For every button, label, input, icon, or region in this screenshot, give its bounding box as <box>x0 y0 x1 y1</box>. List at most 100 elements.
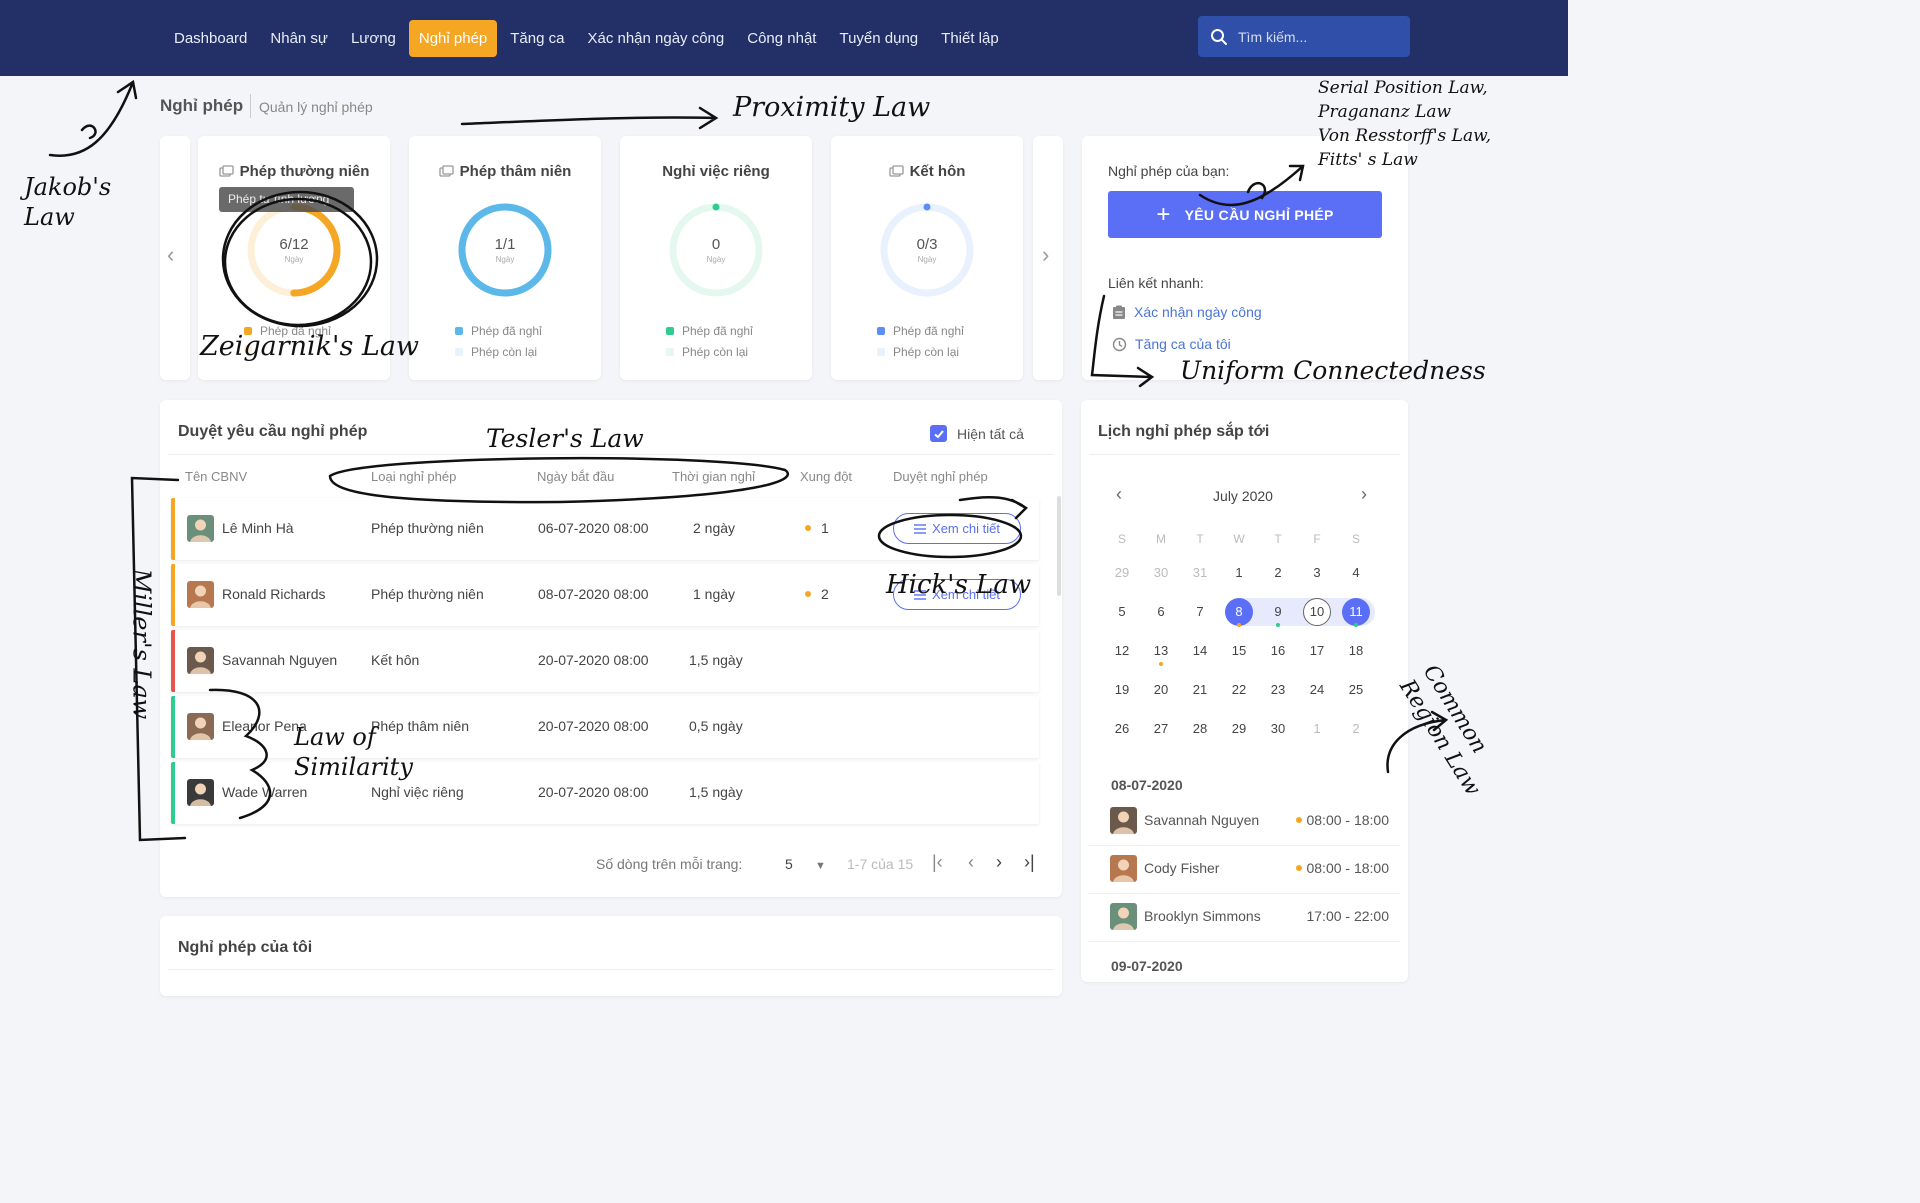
event-employee: Savannah Nguyen <box>1144 812 1260 828</box>
calendar-day[interactable]: 5 <box>1108 598 1136 626</box>
carousel-next[interactable]: › <box>1033 136 1063 380</box>
clipboard-icon <box>1113 305 1125 319</box>
checkbox-checked-icon[interactable] <box>930 425 947 442</box>
top-navbar: Dashboard Nhân sự Lương Nghỉ phép Tăng ca Xác… <box>0 0 1568 76</box>
nav-item[interactable]: Dashboard <box>164 20 257 57</box>
quick-links-label: Liên kết nhanh: <box>1108 275 1204 291</box>
calendar-next-icon[interactable]: › <box>1361 484 1367 505</box>
calendar-event[interactable]: Brooklyn Simmons 17:00 - 22:00 <box>1089 894 1400 942</box>
calendar-day[interactable]: 2 <box>1342 715 1370 743</box>
nav-item[interactable]: Nhân sự <box>260 20 338 57</box>
calendar-day[interactable]: 24 <box>1303 676 1331 704</box>
calendar-day[interactable]: 15 <box>1225 637 1253 665</box>
avatar <box>187 713 214 740</box>
leave-card[interactable]: Phép thâm niên 1/1 Ngày Phép đã nghỉ Phép cò… <box>409 136 601 380</box>
start-date: 20-07-2020 08:00 <box>538 784 649 800</box>
calendar-day[interactable]: 31 <box>1186 559 1214 587</box>
calendar-day[interactable]: 8 <box>1225 598 1253 626</box>
calendar-day[interactable]: 28 <box>1186 715 1214 743</box>
prev-page-icon[interactable]: ‹ <box>968 852 974 873</box>
calendar-day[interactable]: 27 <box>1147 715 1175 743</box>
event-employee: Cody Fisher <box>1144 860 1220 876</box>
my-leave-panel: Nghỉ phép của tôi <box>160 916 1062 996</box>
calendar-event[interactable]: Savannah Nguyen 08:00 - 18:00 <box>1089 798 1400 846</box>
annotation-jakob: Jakob's Law <box>24 173 112 231</box>
calendar-day[interactable]: 29 <box>1108 559 1136 587</box>
conflict-value: 1 <box>821 520 829 536</box>
calendar-day[interactable]: 7 <box>1186 598 1214 626</box>
calendar-day[interactable]: 16 <box>1264 637 1292 665</box>
nav-item[interactable]: Tăng ca <box>500 20 574 57</box>
leave-unit: Ngày <box>284 255 304 264</box>
calendar-day[interactable]: 1 <box>1303 715 1331 743</box>
caret-down-icon[interactable]: ▼ <box>815 860 826 872</box>
nav-item[interactable]: Nghỉ phép <box>408 20 498 57</box>
calendar-day[interactable]: 22 <box>1225 676 1253 704</box>
column-header: Loại nghỉ phép <box>371 469 457 484</box>
column-header: Xung đột <box>800 469 853 484</box>
legend-remaining: Phép còn lại <box>893 345 960 359</box>
leave-count: 0 <box>711 236 721 253</box>
nav-item[interactable]: Xác nhận ngày công <box>577 20 734 57</box>
view-detail-button[interactable]: Xem chi tiết <box>893 513 1021 544</box>
nav-item[interactable]: Tuyển dụng <box>829 20 928 57</box>
leave-card-label: Nghỉ việc riêng <box>662 163 770 180</box>
nav-item[interactable]: Công nhật <box>737 20 826 57</box>
quick-link-overtime[interactable]: Tăng ca của tôi <box>1112 336 1231 352</box>
calendar-day[interactable]: 12 <box>1108 637 1136 665</box>
calendar-day[interactable]: 29 <box>1225 715 1253 743</box>
calendar-day[interactable]: 30 <box>1264 715 1292 743</box>
search-box[interactable]: Tìm kiếm... <box>1198 16 1410 57</box>
show-all-label: Hiện tất cả <box>957 425 1024 442</box>
calendar-day[interactable]: 14 <box>1186 637 1214 665</box>
nav-item[interactable]: Thiết lập <box>931 20 1009 57</box>
calendar-day[interactable]: 2 <box>1264 559 1292 587</box>
table-row[interactable]: Savannah Nguyen Kết hôn 20-07-2020 08:00 1,… <box>171 630 1039 692</box>
nav-item[interactable]: Lương <box>341 20 406 57</box>
table-scrollbar[interactable] <box>1057 496 1061 596</box>
calendar-day[interactable]: 19 <box>1108 676 1136 704</box>
calendar-day[interactable]: 10 <box>1303 598 1331 626</box>
annotation-arrow <box>48 79 138 157</box>
leave-unit: Ngày <box>917 255 937 264</box>
calendar-weekday: W <box>1233 532 1245 546</box>
calendar-day[interactable]: 21 <box>1186 676 1214 704</box>
calendar-day[interactable]: 30 <box>1147 559 1175 587</box>
leave-card[interactable]: Kết hôn 0/3 Ngày Phép đã nghỉ Phép còn lại <box>831 136 1023 380</box>
event-dot-icon <box>1296 865 1303 871</box>
first-page-icon[interactable]: |‹ <box>932 852 943 873</box>
last-page-icon[interactable]: ›| <box>1024 852 1035 873</box>
calendar-day[interactable]: 18 <box>1342 637 1370 665</box>
leave-card-label: Kết hôn <box>909 163 966 180</box>
employee-name: Lê Minh Hà <box>222 520 294 536</box>
calendar-day[interactable]: 17 <box>1303 637 1331 665</box>
calendar-day[interactable]: 13 <box>1147 637 1175 665</box>
calendar-day[interactable]: 3 <box>1303 559 1331 587</box>
calendar-day[interactable]: 23 <box>1264 676 1292 704</box>
calendar-day[interactable]: 20 <box>1147 676 1175 704</box>
leave-duration: 0,5 ngày <box>689 718 743 734</box>
legend-swatch <box>455 327 463 335</box>
calendar-day[interactable]: 9 <box>1264 598 1292 626</box>
leave-card[interactable]: Nghỉ việc riêng 0 Ngày Phép đã nghỉ Phép còn… <box>620 136 812 380</box>
rows-per-page-select[interactable]: 5 <box>785 856 793 872</box>
quick-link-attendance[interactable]: Xác nhận ngày công <box>1112 304 1262 320</box>
annotation-hick: Hick's Law <box>886 570 1032 600</box>
calendar-day[interactable]: 1 <box>1225 559 1253 587</box>
calendar-day[interactable]: 6 <box>1147 598 1175 626</box>
calendar-event[interactable]: Cody Fisher 08:00 - 18:00 <box>1089 846 1400 894</box>
calendar-day[interactable]: 25 <box>1342 676 1370 704</box>
calendar-day[interactable]: 26 <box>1108 715 1136 743</box>
next-page-icon[interactable]: › <box>996 852 1002 873</box>
table-row[interactable]: Lê Minh Hà Phép thường niên 06-07-2020 08:… <box>171 498 1039 560</box>
legend-swatch <box>455 348 463 356</box>
quick-link-label: Xác nhận ngày công <box>1134 304 1262 320</box>
calendar-day[interactable]: 4 <box>1342 559 1370 587</box>
leave-legend: Phép đã nghỉ Phép còn lại <box>877 324 1023 359</box>
event-dot-icon <box>1159 662 1163 666</box>
conflict-dot-icon <box>805 591 811 597</box>
carousel-prev[interactable]: ‹ <box>160 136 190 380</box>
request-leave-button[interactable]: + YÊU CẦU NGHỈ PHÉP <box>1108 191 1382 238</box>
calendar-day[interactable]: 11 <box>1342 598 1370 626</box>
show-all-toggle[interactable]: Hiện tất cả <box>930 425 1024 442</box>
